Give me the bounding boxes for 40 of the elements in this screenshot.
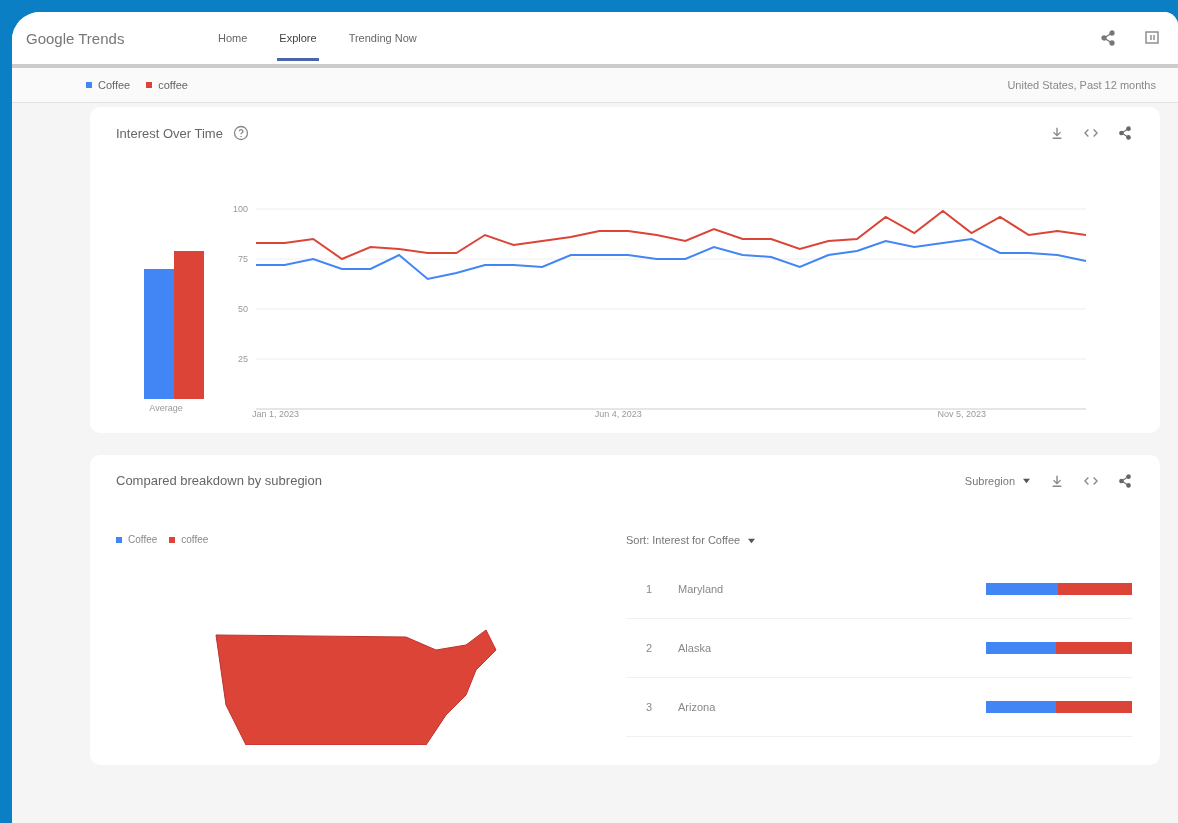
rank-number: 2 (646, 642, 654, 654)
region-row[interactable]: 1 Maryland (626, 560, 1132, 619)
x-tick-label: Nov 5, 2023 (937, 409, 986, 419)
region-name: Alaska (678, 642, 713, 654)
share-icon[interactable] (1118, 473, 1132, 488)
search-term[interactable]: Coffee (98, 79, 131, 91)
subregion-dropdown[interactable]: Subregion (964, 474, 1030, 487)
card-title: Interest Over Time (116, 125, 223, 141)
region-row[interactable]: 2 Alaska (626, 619, 1132, 678)
legend-label: Coffee (128, 534, 158, 545)
y-tick-label: 25 (238, 354, 248, 364)
download-icon[interactable] (1050, 126, 1064, 140)
nav-tab[interactable]: Trending Now (346, 15, 419, 61)
nav-tab[interactable]: Explore (277, 15, 319, 61)
x-tick-label: Jan 1, 2023 (252, 409, 300, 419)
y-tick-label: 100 (232, 204, 248, 214)
region-name: Maryland (678, 583, 725, 595)
legend-label: coffee (181, 534, 209, 545)
help-icon[interactable] (232, 125, 249, 141)
caret-icon (1023, 477, 1030, 484)
region-row[interactable]: 3 Arizona (626, 678, 1132, 737)
share-icon[interactable] (1118, 126, 1132, 140)
share-icon[interactable] (1100, 30, 1116, 46)
y-tick-label: 75 (238, 254, 248, 264)
rank-number: 1 (646, 583, 654, 595)
sort-dropdown[interactable]: Sort: Interest for Coffee (626, 534, 756, 546)
rank-number: 3 (646, 701, 654, 713)
region-name: Arizona (678, 701, 717, 713)
caret-icon (748, 536, 756, 544)
download-icon[interactable] (1050, 473, 1064, 488)
axis-label: Average (149, 403, 183, 413)
nav-tab[interactable]: Home (216, 15, 250, 61)
search-term[interactable]: coffee (158, 79, 188, 91)
embed-icon[interactable] (1084, 126, 1098, 140)
feedback-icon[interactable] (1144, 30, 1160, 46)
card-title: Compared breakdown by subregion (116, 473, 322, 488)
x-tick-label: Jun 4, 2023 (594, 409, 642, 419)
y-tick-label: 50 (238, 304, 248, 314)
google-trends-logo[interactable]: Google Trends (26, 29, 176, 47)
scope-label[interactable]: United States, Past 12 months (1007, 79, 1156, 91)
